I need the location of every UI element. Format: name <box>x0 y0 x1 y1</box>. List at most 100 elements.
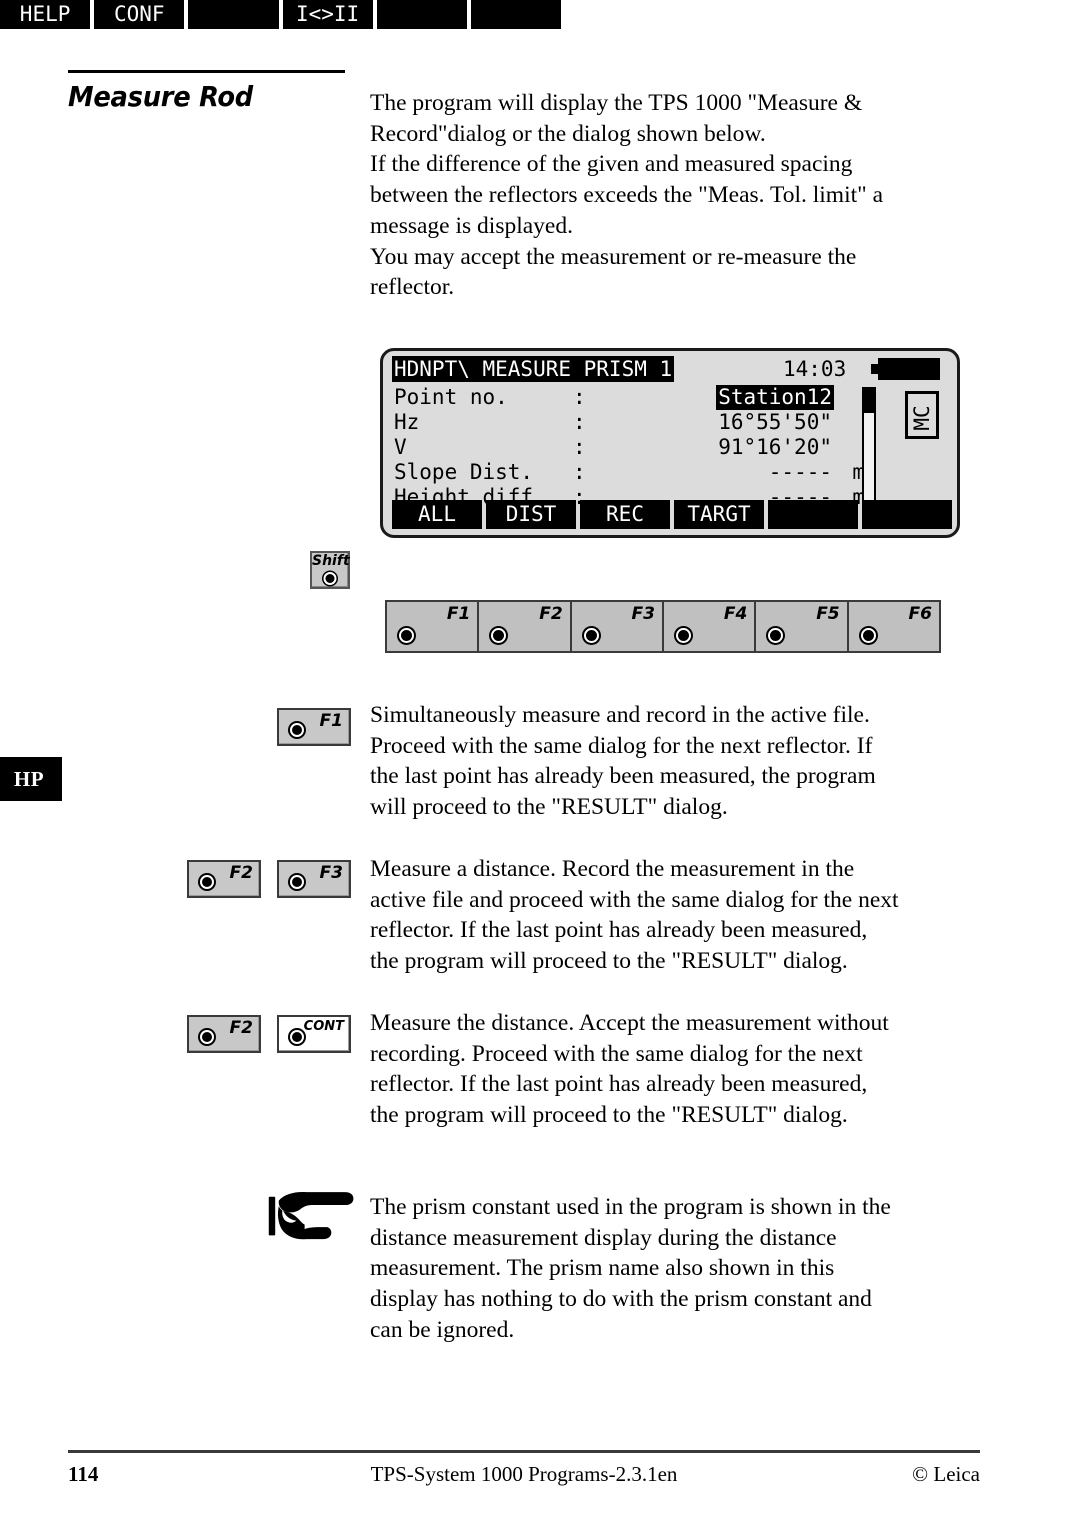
lcd-scrollbar-thumb[interactable] <box>862 387 876 413</box>
instruction-key-f1[interactable]: F1 <box>277 708 351 746</box>
footer-document-title: TPS-System 1000 Programs-2.3.1en <box>370 1462 678 1486</box>
key-label: F3 <box>319 863 343 883</box>
instruction-line: the program will proceed to the "RESULT"… <box>370 1102 848 1129</box>
softkey-row-shifted: HELP CONF I<>II <box>0 0 562 29</box>
intro-paragraph: The program will display the TPS 1000 "M… <box>370 88 970 303</box>
margin-tab-hp: HP <box>0 757 62 801</box>
function-key-button-dot <box>675 628 691 643</box>
function-key-button-dot <box>583 628 599 643</box>
note-line: distance measurement display during the … <box>370 1224 837 1251</box>
softkey-help[interactable]: HELP <box>0 0 91 29</box>
note-line: measurement. The prism name also shown i… <box>370 1255 835 1282</box>
function-key-button-dot <box>860 628 876 643</box>
note-line: display has nothing to do with the prism… <box>370 1286 872 1313</box>
function-key-f2[interactable]: F2 <box>479 602 572 651</box>
page-title: Measure Rod <box>68 80 253 113</box>
instruction-line: Measure the distance. Accept the measure… <box>370 1010 889 1036</box>
softkey-empty-3[interactable] <box>188 0 279 29</box>
intro-line: between the reflectors exceeds the "Meas… <box>370 182 884 209</box>
lcd-field-colon: : <box>573 435 586 459</box>
instrument-lcd-display: HDNPT\ MEASURE PRISM 1 14:03 Point no. :… <box>380 348 960 538</box>
function-key-f1[interactable]: F1 <box>387 602 480 651</box>
function-key-strip: F1 F2 F3 F4 F5 F6 <box>385 600 941 653</box>
key-button-dot <box>290 723 304 737</box>
softkey-i-ii[interactable]: I<>II <box>282 0 373 29</box>
lcd-clock: 14:03 <box>783 357 847 381</box>
instruction-line: Simultaneously measure and record in the… <box>370 702 870 728</box>
function-key-label: F1 <box>446 604 471 624</box>
instruction-key-f2b[interactable]: F2 <box>187 1015 261 1053</box>
function-key-button-dot <box>399 628 414 643</box>
softkey-dist[interactable]: DIST <box>486 500 576 529</box>
instruction-line: Proceed with the same dialog for the nex… <box>370 732 873 759</box>
key-button-dot <box>200 875 214 889</box>
lcd-field-label: Point no. <box>394 385 508 409</box>
intro-line: The program will display the TPS 1000 "M… <box>370 90 863 116</box>
instruction-line: recording. Proceed with the same dialog … <box>370 1040 863 1067</box>
lcd-field-label: V <box>394 435 407 459</box>
instruction-text-2: Measure a distance. Record the measureme… <box>370 854 970 977</box>
instruction-line: Measure a distance. Record the measureme… <box>370 856 855 882</box>
section-header-rule <box>68 70 345 73</box>
note-line: The prism constant used in the program i… <box>370 1194 891 1220</box>
function-key-label: F2 <box>539 604 563 624</box>
lcd-field-value-slopedist: ----- <box>768 460 832 484</box>
shift-key-label: Shift <box>312 553 350 569</box>
instruction-line: reflector. If the last point has already… <box>370 1071 868 1098</box>
softkey-conf[interactable]: CONF <box>94 0 185 29</box>
instruction-key-f2a[interactable]: F2 <box>187 860 261 898</box>
instruction-line: the last point has already been measured… <box>370 763 876 790</box>
lcd-field-colon: : <box>573 410 586 434</box>
lcd-field-colon: : <box>573 385 586 409</box>
instruction-text-1: Simultaneously measure and record in the… <box>370 700 970 823</box>
intro-line: You may accept the measurement or re-mea… <box>370 243 857 270</box>
softkey-rec[interactable]: REC <box>580 500 670 529</box>
softkey-empty-6[interactable] <box>862 500 952 529</box>
page-footer: 114 TPS-System 1000 Programs-2.3.1en © L… <box>68 1462 980 1487</box>
key-label: F2 <box>229 863 253 883</box>
function-key-f4[interactable]: F4 <box>664 602 757 651</box>
key-label: CONT <box>303 1019 344 1034</box>
instruction-key-cont[interactable]: CONT <box>277 1015 351 1053</box>
instruction-key-f3[interactable]: F3 <box>277 860 351 898</box>
lcd-field-label: Hz <box>394 410 420 434</box>
key-button-dot <box>290 1030 304 1044</box>
softkey-empty-5[interactable] <box>768 500 858 529</box>
softkey-empty-6b[interactable] <box>470 0 562 29</box>
footer-page-number: 114 <box>68 1462 99 1486</box>
instruction-line: active file and proceed with the same di… <box>370 886 899 913</box>
key-button-dot <box>290 875 304 889</box>
softkey-targt[interactable]: TARGT <box>674 500 764 529</box>
shift-key-button-dot <box>323 572 337 585</box>
footer-rule <box>68 1450 980 1453</box>
function-key-f6[interactable]: F6 <box>849 602 939 651</box>
intro-line: If the difference of the given and measu… <box>370 151 853 178</box>
lcd-field-label: Slope Dist. <box>394 460 534 484</box>
function-key-label: F6 <box>908 604 932 624</box>
battery-icon <box>878 358 940 380</box>
softkey-empty-5b[interactable] <box>376 0 467 29</box>
function-key-button-dot <box>768 628 784 643</box>
footer-copyright: © Leica <box>912 1462 980 1486</box>
instruction-text-3: Measure the distance. Accept the measure… <box>370 1008 970 1131</box>
shift-key[interactable]: Shift <box>310 551 350 589</box>
lcd-field-value-v: 91°16'20" <box>718 435 832 459</box>
note-line: can be ignored. <box>370 1316 515 1343</box>
function-key-label: F4 <box>723 604 748 624</box>
function-key-button-dot <box>491 628 507 643</box>
pointing-hand-icon <box>266 1178 358 1256</box>
instruction-line: reflector. If the last point has already… <box>370 917 868 944</box>
mc-indicator-box: MC <box>905 391 939 439</box>
function-key-f5[interactable]: F5 <box>756 602 849 651</box>
lcd-field-value-pointno[interactable]: Station12 <box>716 385 834 410</box>
function-key-f3[interactable]: F3 <box>572 602 664 651</box>
key-label: F2 <box>229 1018 253 1038</box>
lcd-field-colon: : <box>573 460 586 484</box>
function-key-label: F3 <box>631 604 655 624</box>
softkey-all[interactable]: ALL <box>392 500 482 529</box>
note-text: The prism constant used in the program i… <box>370 1192 970 1346</box>
intro-line: reflector. <box>370 274 455 301</box>
mc-indicator-label: MC <box>910 405 934 431</box>
function-key-label: F5 <box>816 604 840 624</box>
intro-line: Record"dialog or the dialog shown below. <box>370 120 766 147</box>
